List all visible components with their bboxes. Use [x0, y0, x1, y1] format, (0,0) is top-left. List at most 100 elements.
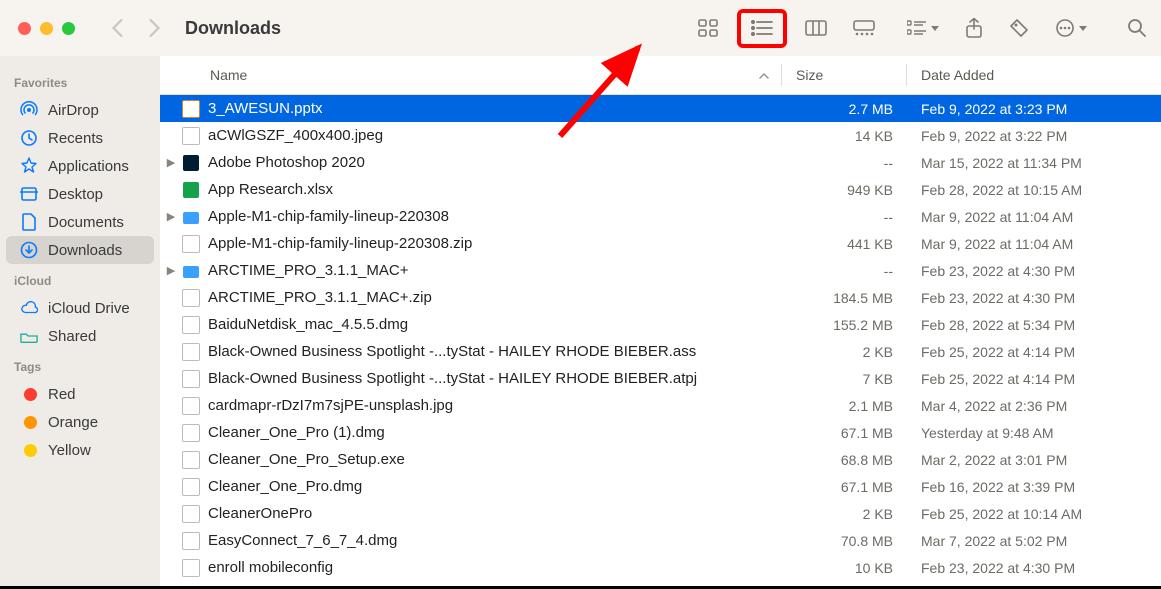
file-row[interactable]: Black-Owned Business Spotlight -...tySta… [160, 338, 1161, 365]
sidebar-item[interactable]: Downloads [6, 236, 154, 264]
sidebar-item[interactable]: iCloud Drive [6, 294, 154, 322]
file-icon [182, 209, 200, 224]
forward-button[interactable] [147, 19, 161, 37]
sidebar-item[interactable]: Applications [6, 152, 154, 180]
file-date: Mar 9, 2022 at 11:04 AM [907, 209, 1161, 225]
sidebar-item[interactable]: Red [6, 380, 154, 408]
file-name: Adobe Photoshop 2020 [208, 154, 783, 171]
search-button[interactable] [1127, 18, 1147, 38]
file-date: Mar 2, 2022 at 3:01 PM [907, 452, 1161, 468]
file-date: Mar 15, 2022 at 11:34 PM [907, 155, 1161, 171]
sidebar-item-label: Recents [48, 130, 103, 147]
file-date: Feb 16, 2022 at 3:39 PM [907, 479, 1161, 495]
file-name: Cleaner_One_Pro (1).dmg [208, 424, 783, 441]
file-size: 2 KB [783, 506, 907, 522]
file-name: cardmapr-rDzI7m7sjPE-unsplash.jpg [208, 397, 783, 414]
file-icon [182, 478, 200, 496]
file-size: 2.7 MB [783, 101, 907, 117]
file-row[interactable]: ▶Apple-M1-chip-family-lineup-220308--Mar… [160, 203, 1161, 230]
file-row[interactable]: EasyConnect_7_6_7_4.dmg70.8 MBMar 7, 202… [160, 527, 1161, 554]
sidebar-item[interactable]: Shared [6, 322, 154, 350]
icon-view-button[interactable] [695, 17, 721, 39]
file-row[interactable]: aCWlGSZF_400x400.jpeg14 KBFeb 9, 2022 at… [160, 122, 1161, 149]
file-size: 2.1 MB [783, 398, 907, 414]
file-row[interactable]: enroll mobileconfig10 KBFeb 23, 2022 at … [160, 554, 1161, 581]
file-row[interactable]: 3_AWESUN.pptx2.7 MBFeb 9, 2022 at 3:23 P… [160, 95, 1161, 122]
recents-icon [20, 129, 38, 147]
maximize-window-button[interactable] [62, 22, 75, 35]
disclosure-triangle[interactable]: ▶ [160, 264, 182, 277]
file-size: 67.1 MB [783, 479, 907, 495]
sidebar-item[interactable]: Recents [6, 124, 154, 152]
file-row[interactable]: BaiduNetdisk_mac_4.5.5.dmg155.2 MBFeb 28… [160, 311, 1161, 338]
sidebar-item[interactable]: AirDrop [6, 96, 154, 124]
file-row[interactable]: ▶ARCTIME_PRO_3.1.1_MAC+--Feb 23, 2022 at… [160, 257, 1161, 284]
file-date: Yesterday at 9:48 AM [907, 425, 1161, 441]
share-button[interactable] [965, 18, 983, 38]
file-row[interactable]: Cleaner_One_Pro_Setup.exe68.8 MBMar 2, 2… [160, 446, 1161, 473]
file-date: Mar 7, 2022 at 5:02 PM [907, 533, 1161, 549]
gallery-view-button[interactable] [851, 17, 877, 39]
file-icon [182, 424, 200, 442]
sidebar-item[interactable]: Yellow [6, 436, 154, 464]
file-date: Feb 9, 2022 at 3:23 PM [907, 101, 1161, 117]
sidebar-section-header: Favorites [0, 66, 160, 96]
file-size: -- [783, 155, 907, 171]
file-icon [182, 289, 200, 307]
apps-icon [20, 157, 38, 175]
file-icon [182, 316, 200, 334]
sidebar-item[interactable]: Documents [6, 208, 154, 236]
column-header-name-label: Name [210, 67, 247, 83]
column-header-size[interactable]: Size [782, 67, 906, 83]
file-date: Feb 25, 2022 at 10:14 AM [907, 506, 1161, 522]
file-icon [182, 235, 200, 253]
file-row[interactable]: Black-Owned Business Spotlight -...tySta… [160, 365, 1161, 392]
file-name: CleanerOnePro [208, 505, 783, 522]
back-button[interactable] [111, 19, 125, 37]
file-row[interactable]: ▶ Adobe Photoshop 2020--Mar 15, 2022 at 1… [160, 149, 1161, 176]
group-by-button[interactable] [907, 20, 939, 36]
file-name: Apple-M1-chip-family-lineup-220308.zip [208, 235, 783, 252]
list-view-button[interactable] [749, 17, 775, 39]
file-name: 3_AWESUN.pptx [208, 100, 783, 117]
sidebar: FavoritesAirDrop Recents ApplicationsDeskt… [0, 56, 160, 586]
file-size: 949 KB [783, 182, 907, 198]
file-name: Black-Owned Business Spotlight -...tySta… [208, 370, 783, 387]
tags-button[interactable] [1009, 18, 1029, 38]
window-title: Downloads [185, 18, 281, 39]
file-date: Feb 23, 2022 at 4:30 PM [907, 290, 1161, 306]
file-list[interactable]: 3_AWESUN.pptx2.7 MBFeb 9, 2022 at 3:23 P… [160, 95, 1161, 586]
file-row[interactable]: ARCTIME_PRO_3.1.1_MAC+.zip184.5 MBFeb 23… [160, 284, 1161, 311]
file-icon [182, 370, 200, 388]
file-row[interactable]: Cleaner_One_Pro (1).dmg67.1 MBYesterday … [160, 419, 1161, 446]
file-name: Black-Owned Business Spotlight -...tySta… [208, 343, 783, 360]
disclosure-triangle[interactable]: ▶ [160, 156, 182, 169]
close-window-button[interactable] [18, 22, 31, 35]
file-icon [182, 182, 200, 198]
more-actions-button[interactable] [1055, 18, 1087, 38]
file-name: aCWlGSZF_400x400.jpeg [208, 127, 783, 144]
column-view-button[interactable] [803, 17, 829, 39]
file-date: Feb 25, 2022 at 4:14 PM [907, 371, 1161, 387]
file-size: 70.8 MB [783, 533, 907, 549]
sidebar-item[interactable]: Orange [6, 408, 154, 436]
file-row[interactable]: CleanerOnePro2 KBFeb 25, 2022 at 10:14 A… [160, 500, 1161, 527]
file-date: Feb 28, 2022 at 5:34 PM [907, 317, 1161, 333]
minimize-window-button[interactable] [40, 22, 53, 35]
file-row[interactable]: Cleaner_One_Pro.dmg67.1 MBFeb 16, 2022 a… [160, 473, 1161, 500]
disclosure-triangle[interactable]: ▶ [160, 210, 182, 223]
file-row[interactable]: Apple-M1-chip-family-lineup-220308.zip44… [160, 230, 1161, 257]
file-icon [182, 451, 200, 469]
file-icon [182, 343, 200, 361]
sidebar-item[interactable]: Desktop [6, 180, 154, 208]
file-row[interactable]: App Research.xlsx949 KBFeb 28, 2022 at 1… [160, 176, 1161, 203]
tag-icon [20, 385, 38, 403]
toolbar-actions [907, 18, 1087, 38]
file-date: Mar 9, 2022 at 11:04 AM [907, 236, 1161, 252]
file-row[interactable]: cardmapr-rDzI7m7sjPE-unsplash.jpg2.1 MBM… [160, 392, 1161, 419]
column-header-name[interactable]: Name [160, 67, 781, 83]
column-header-date[interactable]: Date Added [907, 67, 1161, 83]
tag-icon [20, 441, 38, 459]
chevron-down-icon [931, 26, 939, 31]
sidebar-item-label: Documents [48, 214, 124, 231]
